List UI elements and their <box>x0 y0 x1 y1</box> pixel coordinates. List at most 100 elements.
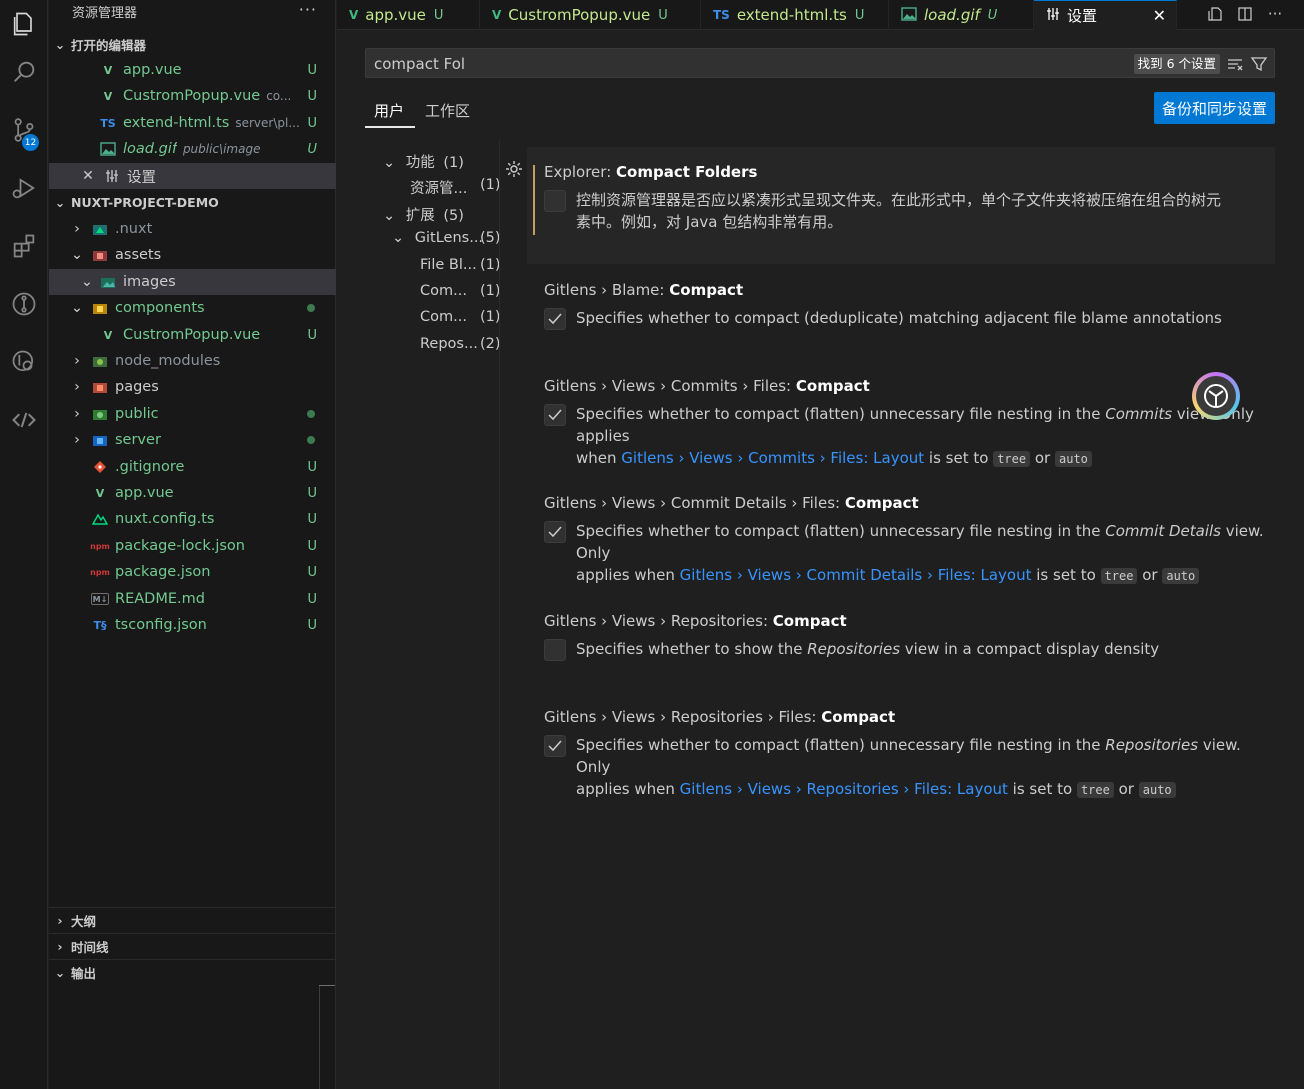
gitlens-inspect-icon[interactable] <box>0 338 48 386</box>
tree-item-folder[interactable]: ⌄ components <box>49 295 336 321</box>
open-editor-item[interactable]: load.gif public\image U <box>49 136 336 162</box>
tree-item-folder-selected[interactable]: ⌄ images <box>49 269 336 295</box>
project-header[interactable]: ⌄ NUXT-PROJECT-DEMO <box>49 191 336 213</box>
tree-item-file[interactable]: .gitignore U <box>49 454 336 480</box>
floating-assistant-icon[interactable] <box>1192 372 1240 420</box>
server-folder-icon <box>91 431 109 449</box>
toc-item[interactable]: 资源管... (1) <box>410 177 501 198</box>
setting-title: Gitlens › Views › Commits › Files: Compa… <box>544 377 870 395</box>
toc-item[interactable]: File Bl... (1) <box>420 257 501 273</box>
more-actions-icon[interactable]: ··· <box>1263 2 1287 26</box>
filter-icon[interactable] <box>1250 55 1268 73</box>
tree-item-file[interactable]: npm package.json U <box>49 559 336 585</box>
git-file-icon <box>91 458 109 476</box>
vue-file-icon: V <box>492 8 502 22</box>
tab-user[interactable]: 用户 <box>374 100 404 121</box>
gitlens-icon[interactable] <box>0 280 48 328</box>
setting-checkbox[interactable] <box>544 521 566 543</box>
tab-extend-html-ts[interactable]: TS extend-html.ts U <box>701 0 889 30</box>
tree-item-folder[interactable]: › .nuxt <box>49 216 336 242</box>
setting-description: Specifies whether to show the Repositori… <box>576 640 1160 658</box>
tab-workspace[interactable]: 工作区 <box>425 100 470 121</box>
check-icon <box>548 313 562 325</box>
output-header[interactable]: ⌄ 输出 <box>49 961 336 983</box>
tree-item-folder[interactable]: › public <box>49 401 336 427</box>
typescript-file-icon: TS <box>100 116 116 130</box>
close-icon[interactable]: ✕ <box>79 167 97 185</box>
split-editor-icon[interactable] <box>1233 2 1257 26</box>
remote-explorer-icon[interactable] <box>0 396 48 444</box>
open-editor-item[interactable]: TS extend-html.ts server\pl... U <box>49 110 336 136</box>
vue-file-icon: V <box>95 486 105 500</box>
output-scrollbar[interactable] <box>319 985 320 1089</box>
tab-app-vue[interactable]: V app.vue U <box>337 0 480 30</box>
setting-checkbox[interactable] <box>544 404 566 426</box>
chevron-right-icon: › <box>74 353 80 369</box>
source-control-badge: 12 <box>22 134 39 151</box>
open-editors-header[interactable]: ⌄ 打开的编辑器 <box>49 33 336 55</box>
setting-gear-icon[interactable] <box>505 160 523 178</box>
backup-sync-button[interactable]: 备份和同步设置 <box>1154 92 1275 124</box>
tree-item-folder[interactable]: › server <box>49 427 336 453</box>
search-icon[interactable] <box>0 48 48 96</box>
images-folder-icon <box>99 273 117 291</box>
settings-icon <box>1046 7 1060 24</box>
tree-item-file[interactable]: nuxt.config.ts U <box>49 506 336 532</box>
toc-item[interactable]: Repos... (2) <box>420 336 501 352</box>
close-icon[interactable]: ✕ <box>1153 6 1166 25</box>
run-debug-icon[interactable] <box>0 164 48 212</box>
tree-item-folder[interactable]: › node_modules <box>49 348 336 374</box>
vue-file-icon: V <box>103 328 113 342</box>
tab-settings[interactable]: 设置 ✕ <box>1034 0 1177 30</box>
chevron-right-icon: › <box>57 938 63 954</box>
setting-description: Specifies whether to compact (flatten) u… <box>576 522 1264 584</box>
tree-item-file[interactable]: npm package-lock.json U <box>49 533 336 559</box>
toc-item[interactable]: ⌄ GitLens... (5) <box>392 230 501 246</box>
toc-item[interactable]: Com... (1) <box>420 309 501 325</box>
tree-item-file[interactable]: T§ tsconfig.json U <box>49 612 336 638</box>
nuxt-config-icon <box>91 510 109 528</box>
clear-filter-icon[interactable] <box>1226 55 1244 73</box>
chevron-right-icon: › <box>57 912 63 928</box>
extensions-icon[interactable] <box>0 222 48 270</box>
chevron-right-icon: › <box>74 221 80 237</box>
toc-item[interactable]: ⌄ 功能 (1) <box>383 151 464 172</box>
setting-checkbox[interactable] <box>544 639 566 661</box>
settings-search-value[interactable]: compact Fol <box>374 55 465 73</box>
tree-item-file[interactable]: V CustromPopup.vue U <box>49 322 336 348</box>
tree-item-folder[interactable]: › pages <box>49 374 336 400</box>
activity-bar: 12 <box>0 0 48 1089</box>
open-editor-item-settings[interactable]: ✕ 设置 <box>49 163 336 189</box>
setting-link[interactable]: Gitlens › Views › Repositories › Files: … <box>680 780 1008 798</box>
settings-search-input[interactable]: compact Fol 找到 6 个设置 <box>365 48 1275 78</box>
tab-custrompopup-vue[interactable]: V CustromPopup.vue U <box>480 0 701 30</box>
chevron-right-icon: › <box>74 379 80 395</box>
setting-description: Specifies whether to compact (flatten) u… <box>576 736 1241 798</box>
setting-description: Specifies whether to compact (deduplicat… <box>576 309 1222 327</box>
components-folder-icon <box>91 299 109 317</box>
pages-folder-icon <box>91 378 109 396</box>
outline-header[interactable]: › 大纲 <box>49 909 336 931</box>
toc-item[interactable]: ⌄ 扩展 (5) <box>383 204 464 225</box>
assets-folder-icon <box>91 246 109 264</box>
setting-checkbox[interactable] <box>544 308 566 330</box>
open-editor-item[interactable]: V app.vue U <box>49 57 336 83</box>
tree-item-file[interactable]: V app.vue U <box>49 480 336 506</box>
more-actions-icon[interactable]: ··· <box>299 0 317 19</box>
vue-file-icon: V <box>103 89 113 103</box>
tree-item-file[interactable]: M↓ README.md U <box>49 586 336 612</box>
open-editor-item[interactable]: V CustromPopup.vue co... U <box>49 83 336 109</box>
open-settings-json-icon[interactable] <box>1203 2 1227 26</box>
tree-item-folder[interactable]: ⌄ assets <box>49 242 336 268</box>
setting-checkbox[interactable] <box>544 735 566 757</box>
npm-file-icon: npm <box>90 541 110 551</box>
modified-indicator <box>533 165 535 235</box>
timeline-header[interactable]: › 时间线 <box>49 935 336 957</box>
explorer-icon[interactable] <box>0 0 48 48</box>
setting-link[interactable]: Gitlens › Views › Commit Details › Files… <box>680 566 1032 584</box>
toc-item[interactable]: Com... (1) <box>420 283 501 299</box>
tab-load-gif[interactable]: load.gif U <box>889 0 1034 30</box>
setting-checkbox[interactable] <box>544 190 566 212</box>
active-tab-indicator <box>365 126 415 128</box>
setting-link[interactable]: Gitlens › Views › Commits › Files: Layou… <box>621 449 924 467</box>
